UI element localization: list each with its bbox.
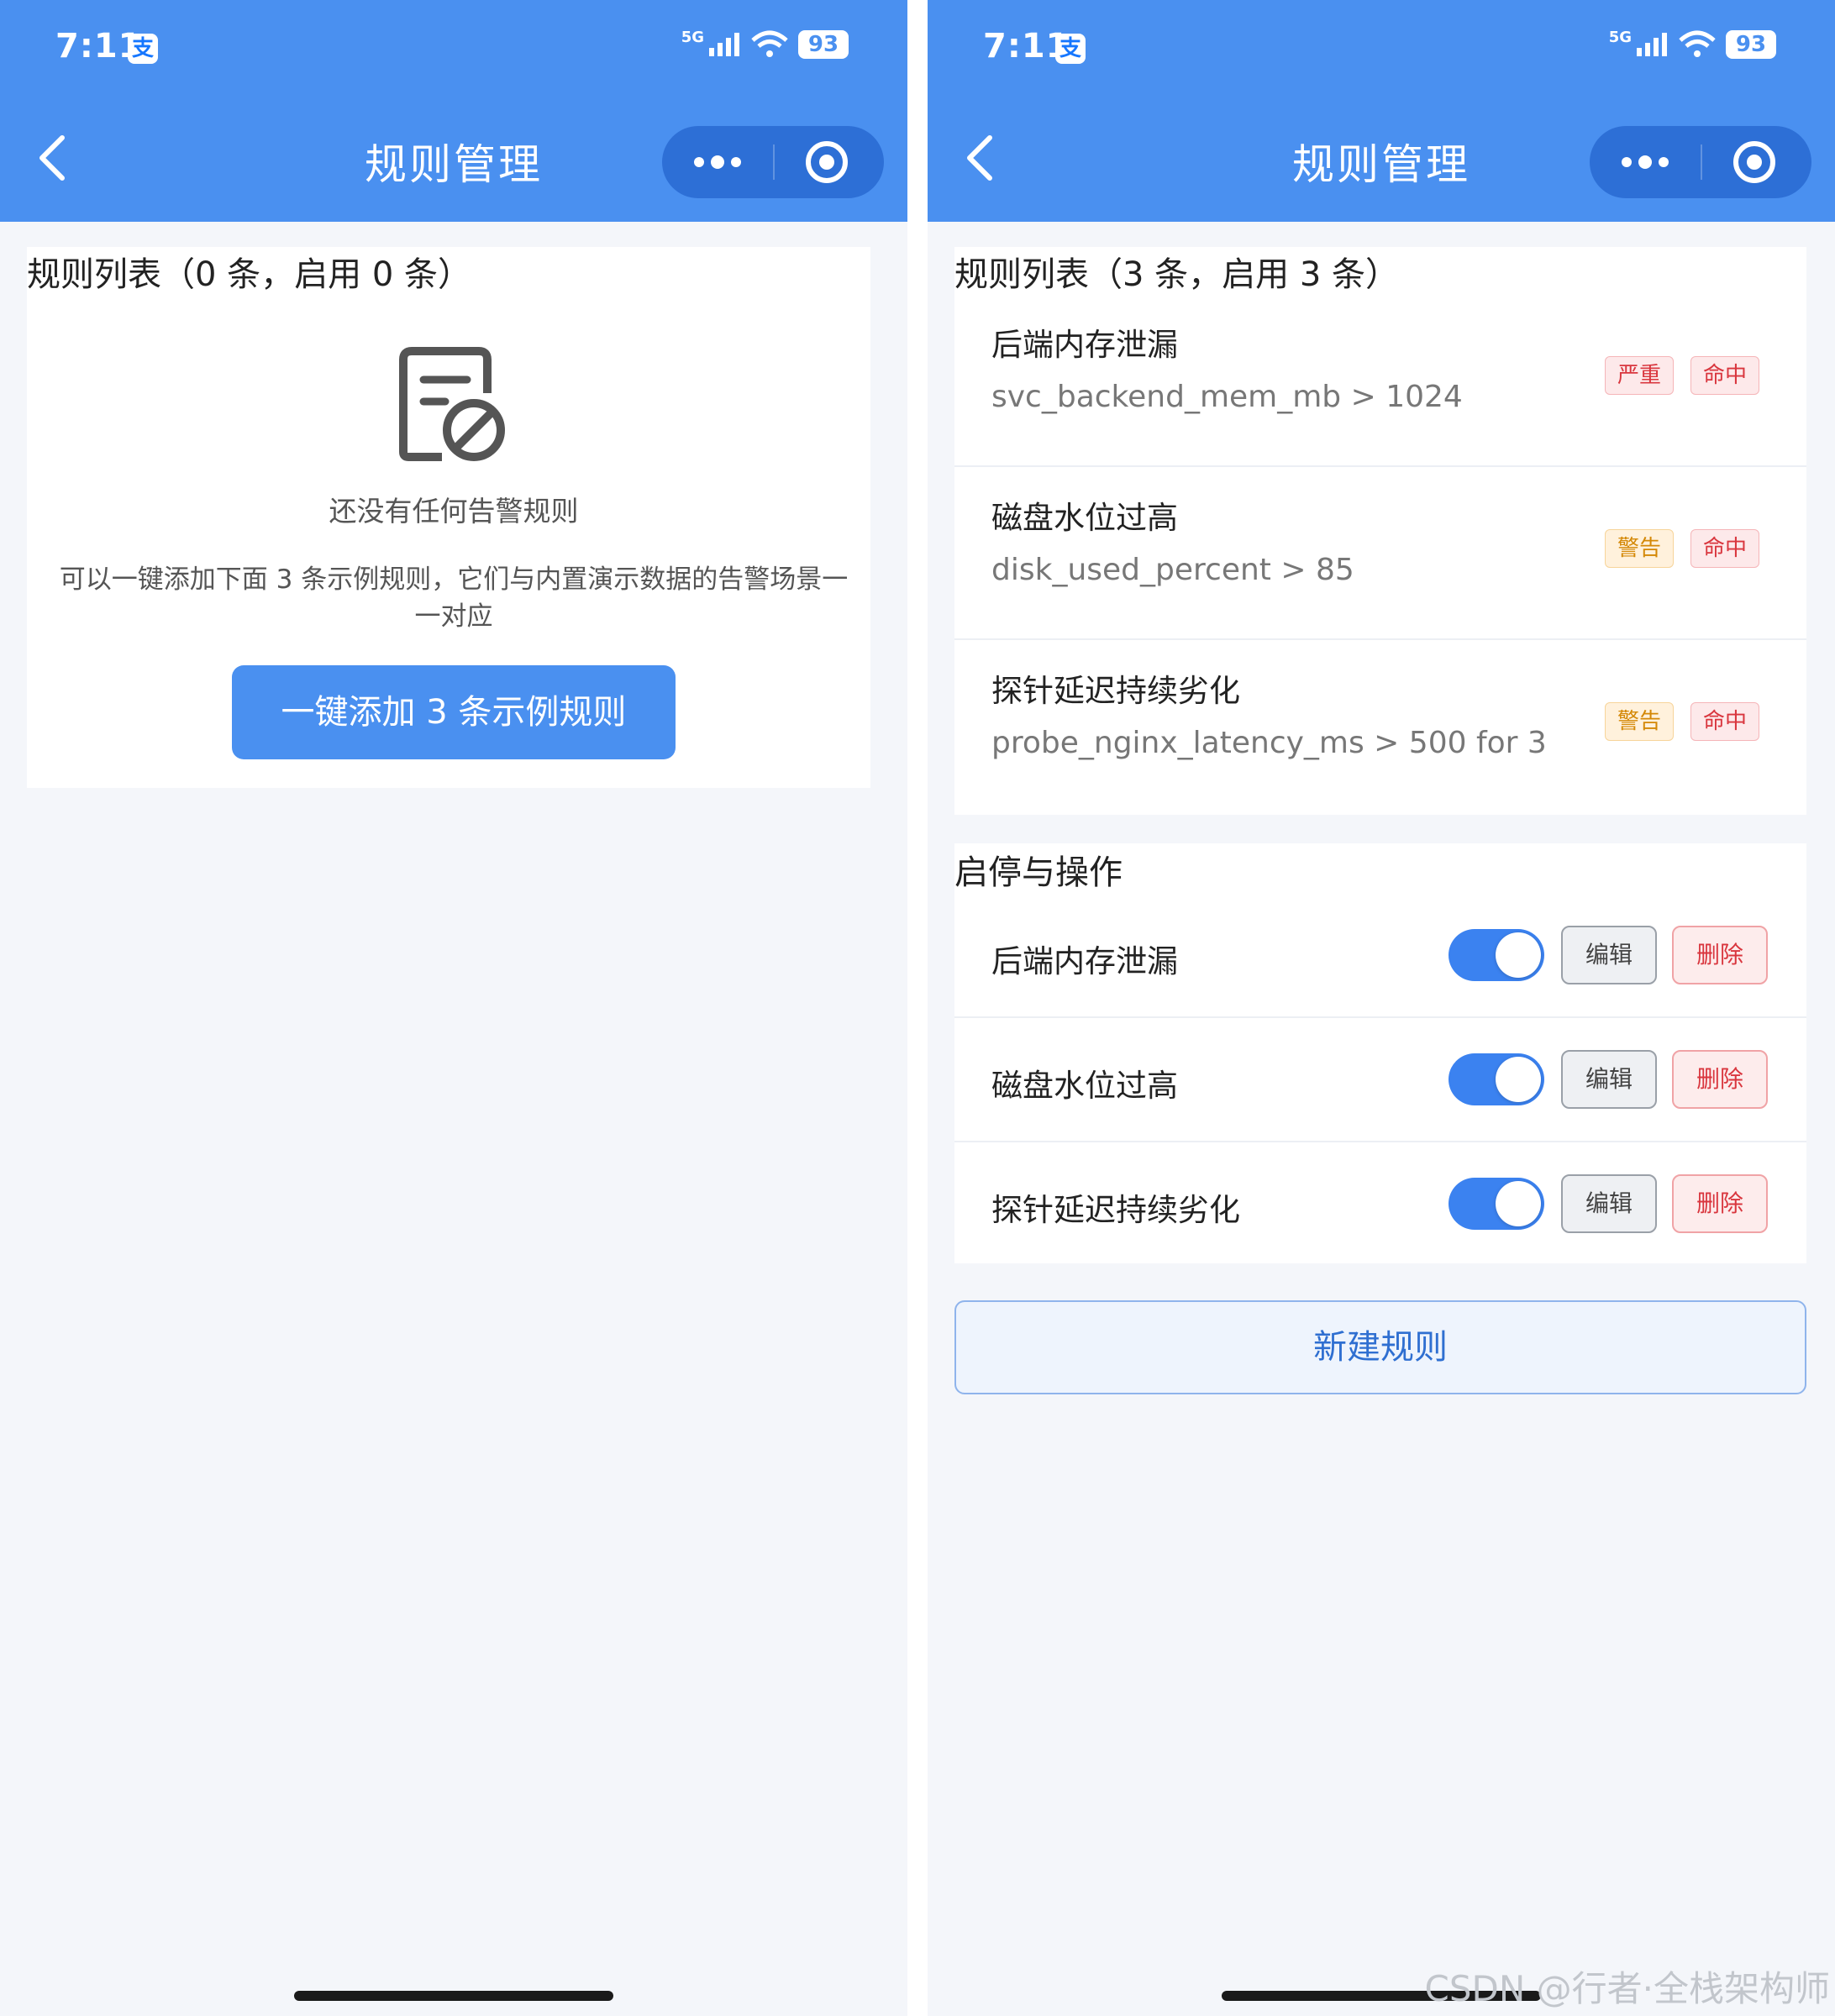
new-rule-button[interactable]: 新建规则 bbox=[954, 1300, 1806, 1394]
signal-icon bbox=[1637, 33, 1667, 56]
empty-doc-icon bbox=[399, 347, 505, 461]
alipay-icon: 支 bbox=[1055, 34, 1086, 64]
alipay-icon: 支 bbox=[128, 34, 158, 64]
status-badge: 命中 bbox=[1690, 702, 1760, 741]
rule-list-title: 规则列表（0 条，启用 0 条） bbox=[27, 255, 472, 294]
watermark: CSDN @行者·全栈架构师 bbox=[1424, 1968, 1830, 2009]
severity-badge: 警告 bbox=[1605, 702, 1675, 741]
operation-rule-name: 后端内存泄漏 bbox=[991, 943, 1178, 979]
operation-rule-name: 磁盘水位过高 bbox=[991, 1068, 1178, 1104]
rule-expression: probe_nginx_latency_ms > 500 for 3 bbox=[991, 726, 1547, 760]
rule-expression: disk_used_percent > 85 bbox=[991, 553, 1354, 587]
severity-badge: 严重 bbox=[1605, 356, 1675, 395]
delete-button[interactable]: 删除 bbox=[1672, 926, 1768, 984]
empty-state-title: 还没有任何告警规则 bbox=[329, 495, 579, 528]
add-example-rules-button[interactable]: 一键添加 3 条示例规则 bbox=[232, 665, 676, 759]
rule-name: 磁盘水位过高 bbox=[991, 500, 1178, 536]
top-bar: 7:11 支 5G 93 规则管理 bbox=[928, 0, 1835, 222]
toggle-knob bbox=[1496, 1181, 1541, 1226]
operations-card: 启停与操作 后端内存泄漏 编辑 删除 磁盘水位过高 编辑 删除 探针延迟持续劣化… bbox=[954, 843, 1806, 1263]
home-indicator bbox=[294, 1991, 613, 2001]
operations-title: 启停与操作 bbox=[954, 853, 1123, 892]
more-dots-icon[interactable] bbox=[662, 126, 773, 198]
rule-item[interactable]: 后端内存泄漏 svc_backend_mem_mb > 1024 严重 命中 bbox=[954, 294, 1806, 467]
rule-item[interactable]: 磁盘水位过高 disk_used_percent > 85 警告 命中 bbox=[954, 467, 1806, 640]
top-bar: 7:11 支 5G 93 规则管理 bbox=[0, 0, 907, 222]
edit-button[interactable]: 编辑 bbox=[1561, 1050, 1657, 1109]
miniapp-capsule bbox=[662, 126, 884, 198]
operation-row: 后端内存泄漏 编辑 删除 bbox=[954, 894, 1806, 1018]
enable-toggle[interactable] bbox=[1449, 1053, 1544, 1105]
wifi-icon bbox=[1679, 30, 1716, 57]
close-target-icon[interactable] bbox=[775, 126, 884, 198]
enable-toggle[interactable] bbox=[1449, 929, 1544, 981]
rule-list-title: 规则列表（3 条，启用 3 条） bbox=[954, 255, 1400, 294]
battery-level: 93 bbox=[798, 30, 849, 59]
phone-screen-populated: 7:11 支 5G 93 规则管理 规则列表（3 条，启用 3 条） 后端内存泄… bbox=[928, 0, 1835, 2016]
edit-button[interactable]: 编辑 bbox=[1561, 926, 1657, 984]
status-indicators: 5G 93 bbox=[1608, 28, 1776, 59]
status-indicators: 5G 93 bbox=[681, 28, 849, 59]
phone-screen-empty: 7:11 支 5G 93 规则管理 规则列表（0 条，启用 0 条） 还没有任何… bbox=[0, 0, 907, 2016]
status-badge: 命中 bbox=[1690, 356, 1760, 395]
close-target-icon[interactable] bbox=[1702, 126, 1811, 198]
rule-expression: svc_backend_mem_mb > 1024 bbox=[991, 380, 1463, 414]
rule-name: 后端内存泄漏 bbox=[991, 327, 1178, 363]
signal-icon bbox=[709, 33, 739, 56]
toggle-knob bbox=[1496, 1057, 1541, 1102]
edit-button[interactable]: 编辑 bbox=[1561, 1174, 1657, 1233]
operation-row: 探针延迟持续劣化 编辑 删除 bbox=[954, 1142, 1806, 1267]
severity-badge: 警告 bbox=[1605, 529, 1675, 568]
rule-item[interactable]: 探针延迟持续劣化 probe_nginx_latency_ms > 500 fo… bbox=[954, 640, 1806, 813]
toggle-knob bbox=[1496, 932, 1541, 978]
miniapp-capsule bbox=[1590, 126, 1811, 198]
status-badge: 命中 bbox=[1690, 529, 1760, 568]
delete-button[interactable]: 删除 bbox=[1672, 1174, 1768, 1233]
enable-toggle[interactable] bbox=[1449, 1178, 1544, 1230]
delete-button[interactable]: 删除 bbox=[1672, 1050, 1768, 1109]
network-type: 5G bbox=[1608, 28, 1632, 46]
operation-rule-name: 探针延迟持续劣化 bbox=[991, 1192, 1240, 1228]
battery-level: 93 bbox=[1726, 30, 1776, 59]
network-type: 5G bbox=[681, 28, 704, 46]
rule-list-card: 规则列表（3 条，启用 3 条） 后端内存泄漏 svc_backend_mem_… bbox=[954, 247, 1806, 815]
empty-state-description: 可以一键添加下面 3 条示例规则，它们与内置演示数据的告警场景一一对应 bbox=[59, 564, 849, 632]
wifi-icon bbox=[751, 30, 788, 57]
more-dots-icon[interactable] bbox=[1590, 126, 1701, 198]
rule-name: 探针延迟持续劣化 bbox=[991, 673, 1240, 709]
operation-row: 磁盘水位过高 编辑 删除 bbox=[954, 1018, 1806, 1142]
